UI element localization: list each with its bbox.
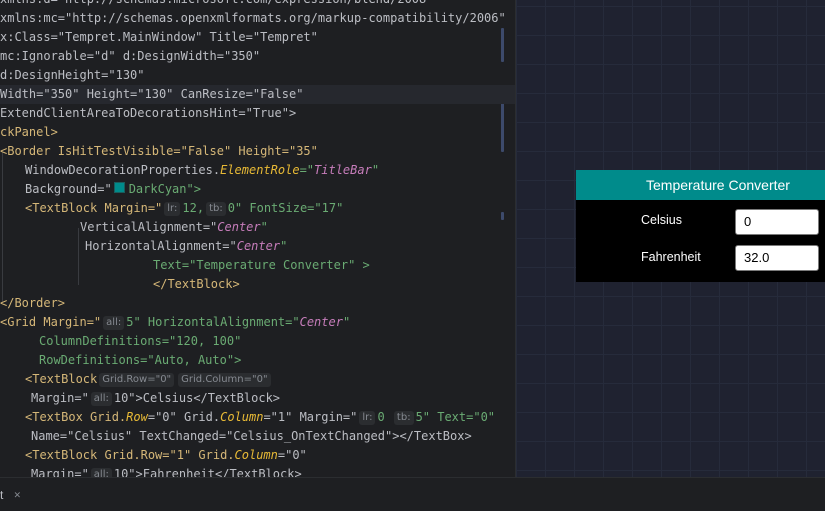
- bottom-tab-bar: t ✕: [0, 477, 825, 511]
- change-marker: [501, 100, 504, 152]
- inlay-hint: Grid.Row="0": [99, 373, 175, 387]
- change-marker: [501, 212, 504, 220]
- title-bar: Temperature Converter: [576, 170, 825, 200]
- code-token: Text="Temperature Converter" >: [153, 258, 370, 272]
- code-token: Center: [299, 315, 343, 329]
- code-token: <Grid Margin=": [0, 315, 102, 329]
- code-token: RowDefinitions="Auto, Auto">: [39, 353, 242, 367]
- code-token: Center: [217, 220, 261, 234]
- code-token: HorizontalAlignment=": [85, 239, 237, 253]
- code-token: </TextBlock>: [153, 277, 240, 291]
- code-token: DarkCyan: [128, 182, 187, 196]
- code-token: ckPanel>: [0, 125, 58, 139]
- code-token: ColumnDefinitions="120, 100": [39, 334, 242, 348]
- code-token: 10">Fahrenheit</TextBlock>: [113, 467, 302, 477]
- celsius-label: Celsius: [641, 213, 682, 227]
- code-token: 12,: [182, 201, 205, 215]
- code-token: Margin=": [31, 391, 89, 405]
- code-token: 5" Text="0": [415, 410, 496, 424]
- code-token: Margin=": [31, 467, 89, 477]
- code-line[interactable]: Width="350" Height="130" CanResize="Fals…: [0, 85, 515, 104]
- change-marker: [501, 28, 504, 62]
- code-token: ": [260, 220, 268, 234]
- indent-guide: [2, 152, 3, 302]
- code-token: TitleBar: [314, 163, 372, 177]
- window-title: Temperature Converter: [646, 177, 790, 193]
- code-token: <TextBlock Margin=": [25, 201, 163, 215]
- code-token: ="1" Margin=": [263, 410, 358, 424]
- preview-window: Temperature Converter Celsius 0 Fahrenhe…: [576, 170, 825, 282]
- code-token: ">: [186, 182, 201, 196]
- code-token: <TextBox Grid.: [25, 410, 127, 424]
- code-token: 5" HorizontalAlignment=": [126, 315, 300, 329]
- code-token: x:Class="Tempret.MainWindow" Title="Temp…: [0, 30, 318, 44]
- fahrenheit-label: Fahrenheit: [641, 250, 701, 264]
- code-token: 0: [377, 410, 392, 424]
- inlay-hint: tb:: [393, 411, 414, 425]
- code-token: ="0": [277, 448, 307, 462]
- code-token: Background=": [25, 182, 112, 196]
- code-token: <Border IsHitTestVisible="False" Height=…: [0, 144, 318, 158]
- inlay-hint: lr:: [164, 202, 181, 216]
- celsius-input[interactable]: 0: [735, 209, 819, 235]
- code-token: <TextBlock Grid.Row="1" Grid.: [25, 448, 235, 462]
- code-token: 10">Celsius</TextBlock>: [113, 391, 281, 405]
- fahrenheit-input[interactable]: 32.0: [735, 245, 819, 271]
- code-token: xmlns:mc="http://schemas.openxmlformats.…: [0, 11, 506, 25]
- code-token: 0" FontSize="17": [227, 201, 344, 215]
- indent-guide: [78, 228, 79, 285]
- inlay-hint: lr:: [359, 411, 376, 425]
- code-token: Column: [220, 410, 264, 424]
- code-token: Column: [234, 448, 278, 462]
- inlay-hint: Grid.Column="0": [178, 373, 271, 387]
- inlay-hint: all:: [90, 468, 112, 477]
- code-token: mc:Ignorable="d" d:DesignWidth="350": [0, 49, 261, 63]
- code-token: ExtendClientAreaToDecorationsHint="True"…: [0, 106, 297, 120]
- inlay-hint: all:: [103, 316, 125, 330]
- code-editor[interactable]: xmlns:d="http://schemas.microsoft.com/ex…: [0, 0, 515, 477]
- code-token: WindowDecorationProperties.: [25, 163, 221, 177]
- code-token: Name="Celsius" TextChanged="Celsius_OnTe…: [31, 429, 472, 443]
- color-swatch-icon: [113, 182, 125, 193]
- designer-preview: Temperature Converter Celsius 0 Fahrenhe…: [516, 0, 825, 477]
- code-token: ": [280, 239, 288, 253]
- code-token: </Border>: [0, 296, 66, 310]
- code-token: Width="350" Height="130" CanResize="Fals…: [0, 87, 304, 101]
- code-token: ="0" Grid.: [147, 410, 221, 424]
- code-token: ElementRole: [220, 163, 300, 177]
- code-token: ": [342, 315, 351, 329]
- inlay-hint: tb:: [206, 202, 226, 216]
- tool-tab[interactable]: t: [0, 486, 3, 504]
- code-token: <TextBlock: [25, 372, 98, 386]
- code-token: ": [371, 163, 380, 177]
- code-token: Row: [126, 410, 148, 424]
- code-token: d:DesignHeight="130": [0, 68, 145, 82]
- code-token: xmlns:d="http://schemas.microsoft.com/ex…: [0, 0, 433, 6]
- code-token: =": [299, 163, 315, 177]
- close-icon[interactable]: ✕: [14, 486, 21, 504]
- inlay-hint: all:: [90, 392, 112, 406]
- code-token: Center: [236, 239, 281, 253]
- code-token: VerticalAlignment=": [80, 220, 218, 234]
